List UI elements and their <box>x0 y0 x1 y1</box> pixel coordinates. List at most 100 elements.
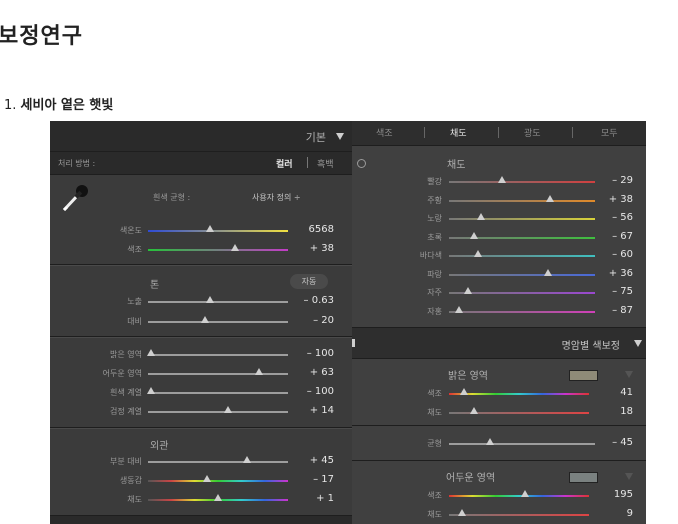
saturation-section-label: 채도 <box>447 160 466 171</box>
slider-value: 41 <box>620 387 633 398</box>
slider-thumb[interactable] <box>205 225 214 232</box>
treatment-label: 처리 방법 : <box>58 159 96 168</box>
slider-thumb[interactable] <box>146 349 155 356</box>
slider-track[interactable] <box>148 301 288 303</box>
collapse-triangle-icon[interactable] <box>336 133 344 140</box>
treatment-color-option[interactable]: 컬러 <box>276 157 293 170</box>
highlights-label: 밝은 영역 <box>448 371 488 382</box>
slider-label: 채도 <box>427 510 442 519</box>
tab-luminance[interactable]: 광도 <box>524 126 541 139</box>
tone-label: 톤 <box>150 280 160 291</box>
slider-thumb[interactable] <box>146 387 155 394</box>
slider-thumb[interactable] <box>485 438 494 445</box>
slider-track[interactable] <box>148 230 288 232</box>
slider-track[interactable] <box>148 411 288 413</box>
slider-thumb[interactable] <box>205 296 214 303</box>
slider-value: – 0.63 <box>303 295 334 306</box>
step-heading: 1. 세비아 옅은 햇빛 <box>4 94 113 113</box>
shadows-dropdown-icon[interactable] <box>625 473 633 480</box>
hsl-tab-bar: 색조 채도 광도 모두 <box>352 121 646 145</box>
divider <box>352 460 646 461</box>
shadows-color-swatch[interactable] <box>569 472 598 483</box>
slider-value: + 45 <box>309 455 334 466</box>
slider-thumb[interactable] <box>243 456 252 463</box>
slider-thumb[interactable] <box>544 268 553 276</box>
slider-thumb[interactable] <box>470 407 479 414</box>
slider-track[interactable] <box>148 392 288 394</box>
tab-hue[interactable]: 색조 <box>376 126 393 139</box>
slider-thumb[interactable] <box>254 368 263 375</box>
panel-switch-icon[interactable] <box>352 339 355 347</box>
slider-track[interactable] <box>449 393 589 395</box>
slider-label: 균형 <box>427 439 442 448</box>
slider-track[interactable] <box>449 218 595 220</box>
slider-track[interactable] <box>449 443 595 445</box>
white-balance-dropdown[interactable]: 사용자 정의 ÷ <box>252 192 301 203</box>
slider-label: 노출 <box>127 297 142 306</box>
highlights-dropdown-icon[interactable] <box>625 371 633 378</box>
eyedropper-icon[interactable] <box>58 181 92 215</box>
slider-thumb[interactable] <box>214 494 222 501</box>
slider-thumb[interactable] <box>202 475 211 482</box>
slider-thumb[interactable] <box>520 490 529 497</box>
auto-tone-button[interactable]: 자동 <box>290 274 328 289</box>
slider-track[interactable] <box>449 273 595 276</box>
slider-thumb[interactable] <box>230 244 239 251</box>
treatment-bw-option[interactable]: 흑백 <box>317 157 334 170</box>
tab-divider <box>424 127 425 138</box>
slider-thumb[interactable] <box>457 509 466 516</box>
slider-track[interactable] <box>449 255 595 257</box>
slider-thumb[interactable] <box>497 176 506 183</box>
slider-track[interactable] <box>148 373 288 375</box>
slider-track[interactable] <box>449 199 595 202</box>
slider-value: + 38 <box>608 193 633 205</box>
slider-value: 195 <box>613 489 633 500</box>
slider-thumb[interactable] <box>201 316 210 323</box>
presence-label: 외관 <box>150 441 169 452</box>
slider-track[interactable] <box>148 321 288 323</box>
tab-saturation[interactable]: 채도 <box>450 126 467 139</box>
slider-value: + 36 <box>608 267 633 279</box>
divider <box>352 425 646 426</box>
slider-label: 노랑 <box>427 214 442 223</box>
slider-label: 색조 <box>127 245 142 254</box>
slider-track[interactable] <box>148 249 288 251</box>
slider-thumb[interactable] <box>223 406 232 413</box>
slider-thumb[interactable] <box>469 231 478 239</box>
target-adjust-icon[interactable] <box>357 159 366 168</box>
split-toning-header: 명암별 색보정 <box>352 328 646 358</box>
slider-track[interactable] <box>148 480 288 482</box>
page-title: 보정연구 <box>0 24 83 49</box>
tab-all[interactable]: 모두 <box>601 126 618 139</box>
slider-thumb[interactable] <box>460 388 469 395</box>
slider-track[interactable] <box>449 310 595 313</box>
collapse-triangle-icon[interactable] <box>634 340 642 347</box>
slider-label: 자주 <box>427 288 442 297</box>
slider-value: – 87 <box>612 304 633 316</box>
divider <box>352 358 646 359</box>
tab-divider <box>498 127 499 138</box>
slider-track[interactable] <box>449 181 595 183</box>
slider-track[interactable] <box>449 514 589 516</box>
panel-footer <box>50 516 352 524</box>
tab-divider <box>572 127 573 138</box>
slider-track[interactable] <box>148 354 288 356</box>
slider-thumb[interactable] <box>545 194 554 202</box>
slider-thumb[interactable] <box>463 287 472 294</box>
slider-thumb[interactable] <box>474 250 483 257</box>
slider-label: 부분 대비 <box>110 457 142 466</box>
slider-thumb[interactable] <box>477 213 486 220</box>
slider-label: 생동감 <box>119 476 142 485</box>
slider-label: 바다색 <box>419 251 442 260</box>
divider <box>50 337 352 338</box>
slider-label: 주황 <box>427 195 442 205</box>
divider <box>50 174 352 175</box>
slider-value: – 20 <box>313 315 334 326</box>
slider-thumb[interactable] <box>455 305 464 313</box>
slider-track[interactable] <box>449 495 589 497</box>
basic-panel: 기본 처리 방법 : 컬러 흑백 흰색 균형 : 사용자 정의 ÷ 색온도 656… <box>50 121 352 524</box>
slider-track[interactable] <box>148 461 288 463</box>
slider-value: + 14 <box>309 405 334 416</box>
highlights-color-swatch[interactable] <box>569 370 598 381</box>
slider-label: 흰색 계열 <box>110 388 142 397</box>
